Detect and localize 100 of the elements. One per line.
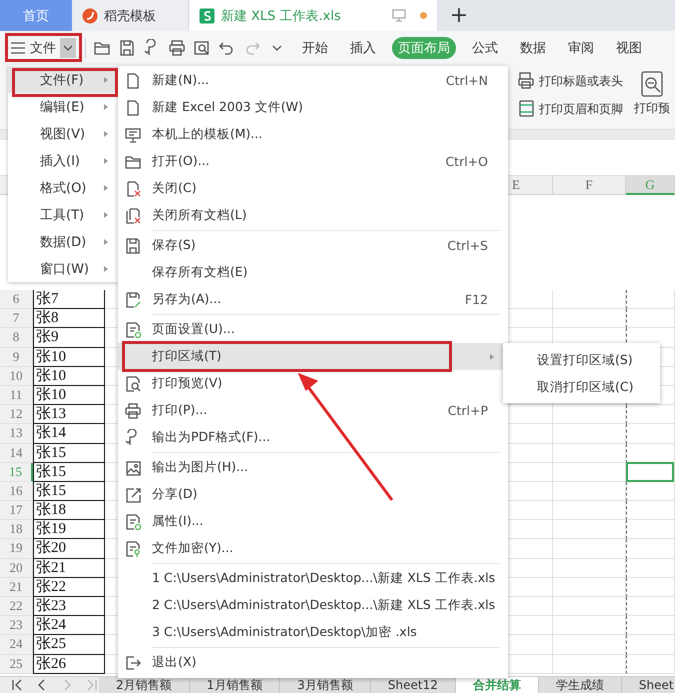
dropdown-button[interactable] xyxy=(60,38,76,58)
row-number[interactable]: 10 xyxy=(0,366,33,386)
print-icon xyxy=(124,402,142,420)
file-menu-button[interactable]: 文件 xyxy=(6,36,78,60)
table-cell: 张24 xyxy=(33,616,105,636)
table-cell xyxy=(626,424,675,444)
menu-item[interactable]: 打印(P)... Ctrl+P xyxy=(118,397,508,424)
table-cell xyxy=(626,520,675,540)
menu-item[interactable]: 输出为PDF格式(F)... xyxy=(118,424,508,451)
ribbon-tab[interactable]: 开始 xyxy=(296,37,334,59)
menu-item[interactable]: 分享(D) xyxy=(118,481,508,508)
menu-item[interactable]: 1 C:\Users\Administrator\Desktop...\新建 XLS 工作表.xls xyxy=(118,565,508,592)
menu-item[interactable]: 保存(S) Ctrl+S xyxy=(118,232,508,259)
menu-item[interactable]: 2 C:\Users\Administrator\Desktop...\新建 XLS 工作表.xls xyxy=(118,592,508,619)
row-number[interactable]: 16 xyxy=(0,482,33,502)
submenu-arrow-icon xyxy=(102,74,110,84)
table-cell xyxy=(626,501,675,520)
ribbon-tab[interactable]: 数据 xyxy=(514,37,552,59)
row-number[interactable]: 19 xyxy=(0,539,33,559)
ribbon-tab[interactable]: 公式 xyxy=(466,37,504,59)
row-number[interactable]: 13 xyxy=(0,424,33,444)
menu-item[interactable]: 编辑(E) xyxy=(8,93,118,120)
document-tab[interactable]: 稻壳模板 xyxy=(72,0,189,31)
sheet-tab[interactable]: Sheet xyxy=(622,677,675,693)
close-documents-icon xyxy=(124,206,142,224)
table-cell: 张23 xyxy=(33,597,105,616)
first-sheet-icon[interactable] xyxy=(10,678,24,692)
sheet-tab[interactable]: 合并结算 xyxy=(456,677,539,693)
table-cell: 张18 xyxy=(33,501,105,520)
menu-item[interactable]: 页面设置(U)... xyxy=(118,316,508,343)
table-cell: 张15 xyxy=(33,444,105,463)
page-icon xyxy=(518,100,536,118)
menu-icon xyxy=(10,40,26,56)
row-number[interactable]: 12 xyxy=(0,405,33,424)
print-preview-icon[interactable] xyxy=(193,39,211,57)
menu-item[interactable]: 输出为图片(H)... xyxy=(118,454,508,481)
ribbon-tab[interactable]: 视图 xyxy=(610,37,648,59)
table-cell: 张20 xyxy=(33,539,105,559)
save-icon xyxy=(124,236,142,254)
ribbon-button[interactable]: 打印预 xyxy=(629,71,675,117)
row-number[interactable]: 22 xyxy=(0,597,33,616)
ribbon-button[interactable]: 打印标题或表头 xyxy=(518,71,623,91)
menu-item[interactable]: 保存所有文档(E) xyxy=(118,259,508,286)
menu-item[interactable]: 格式(O) xyxy=(8,174,118,201)
menu-item[interactable]: 本机上的模板(M)... xyxy=(118,121,508,148)
row-number[interactable]: 20 xyxy=(0,558,33,578)
submenu-arrow-icon xyxy=(102,102,110,112)
row-number[interactable]: 21 xyxy=(0,578,33,597)
menu-item[interactable]: 视图(V) xyxy=(8,120,118,147)
table-cell: 张26 xyxy=(33,654,105,674)
table-cell xyxy=(626,309,675,328)
table-cell: 张15 xyxy=(33,462,105,482)
table-cell: 张13 xyxy=(33,405,105,424)
row-number[interactable]: 14 xyxy=(0,444,33,463)
row-number[interactable]: 25 xyxy=(0,654,33,674)
table-cell xyxy=(626,405,675,424)
menu-item[interactable]: 插入(I) xyxy=(8,147,118,174)
sheet-tab[interactable]: 3月销售额 xyxy=(280,677,371,693)
table-cell xyxy=(626,290,675,310)
row-number[interactable]: 17 xyxy=(0,501,33,520)
spreadsheet-icon xyxy=(199,8,215,24)
table-cell: 张21 xyxy=(33,558,105,578)
share-icon xyxy=(124,486,142,504)
menu-item[interactable]: 数据(D) xyxy=(8,228,118,255)
row-number[interactable]: 8 xyxy=(0,328,33,348)
table-cell: 张14 xyxy=(33,424,105,444)
row-number[interactable]: 18 xyxy=(0,520,33,540)
ribbon-button[interactable]: 打印页眉和页脚 xyxy=(518,99,623,119)
menu-item[interactable]: 属性(I)... xyxy=(118,508,508,535)
menu-item[interactable]: 关闭所有文档(L) xyxy=(118,202,508,229)
submenu-arrow-icon xyxy=(102,210,110,220)
menu-item[interactable]: 文件加密(Y)... xyxy=(118,535,508,562)
table-cell: 张10 xyxy=(33,386,105,406)
menu-item[interactable]: 新建(N)... Ctrl+N xyxy=(118,67,508,94)
row-number[interactable]: 7 xyxy=(0,309,33,328)
save-icon[interactable] xyxy=(118,39,136,57)
sheet-tab[interactable]: 1月销售额 xyxy=(190,677,280,693)
submenu-arrow-icon xyxy=(102,264,110,274)
menu-item[interactable]: 新建 Excel 2003 文件(W) xyxy=(118,94,508,121)
menu-item[interactable]: 3 C:\Users\Administrator\Desktop\加密 .xls xyxy=(118,619,508,646)
save-as-icon xyxy=(124,290,142,308)
sheet-tab[interactable]: Sheet12 xyxy=(370,677,456,693)
menu-item[interactable]: 工具(T) xyxy=(8,201,118,228)
menu-item[interactable]: 另存为(A)... F12 xyxy=(118,286,508,313)
print-icon[interactable] xyxy=(168,39,186,57)
sheet-tab[interactable]: 学生成绩 xyxy=(538,677,622,693)
sheet-tab[interactable]: 2月销售额 xyxy=(99,677,190,693)
ribbon-tab[interactable]: 审阅 xyxy=(562,37,600,59)
row-number[interactable]: 23 xyxy=(0,616,33,636)
menu-item[interactable]: 退出(X) xyxy=(118,649,508,676)
row-number[interactable]: 6 xyxy=(0,290,33,310)
menu-item[interactable]: 窗口(W) xyxy=(8,255,118,282)
ribbon-tab[interactable]: 插入 xyxy=(344,37,382,59)
row-number[interactable]: 24 xyxy=(0,635,33,655)
row-number[interactable]: 9 xyxy=(0,348,33,367)
row-number[interactable]: 11 xyxy=(0,386,33,406)
new-tab-button[interactable]: + xyxy=(437,0,481,31)
document-tab[interactable]: 新建 XLS 工作表.xls xyxy=(189,0,437,31)
lock-document-icon xyxy=(124,540,142,558)
menu-item[interactable]: 打开(O)... Ctrl+O xyxy=(118,148,508,175)
